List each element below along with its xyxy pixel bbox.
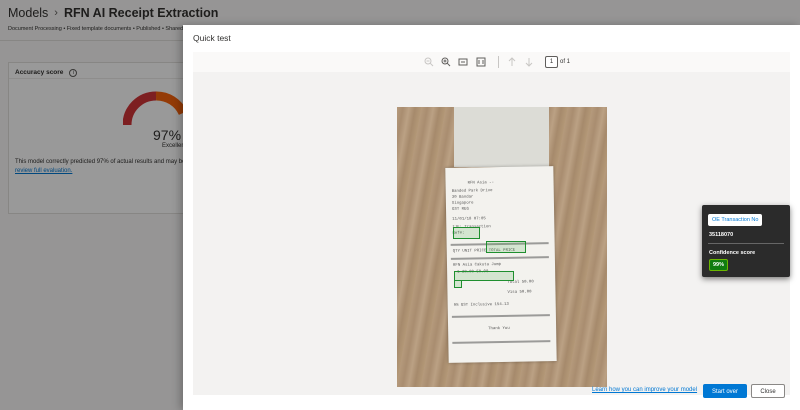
panel-title: Quick test bbox=[193, 33, 231, 43]
zoom-out-icon[interactable] bbox=[424, 57, 434, 67]
arrow-down-icon[interactable] bbox=[524, 57, 534, 67]
field-value: 35118070 bbox=[709, 232, 734, 238]
page-count: of 1 bbox=[560, 59, 571, 65]
receipt-top-strip bbox=[454, 107, 549, 167]
field-highlight-transaction[interactable] bbox=[486, 241, 526, 253]
close-button[interactable]: Close bbox=[751, 384, 785, 398]
field-tooltip: OE Transaction No 35118070 Confidence sc… bbox=[702, 205, 790, 277]
arrow-up-icon[interactable] bbox=[507, 57, 517, 67]
zoom-in-icon[interactable] bbox=[441, 57, 451, 67]
toolbar-separator bbox=[498, 56, 499, 68]
start-over-button[interactable]: Start over bbox=[703, 384, 747, 398]
quick-test-panel: Quick test 1 of 1 RFN Asia -- Banded Par… bbox=[183, 25, 800, 410]
confidence-label: Confidence score bbox=[709, 250, 756, 256]
field-highlight-qty[interactable] bbox=[454, 280, 462, 288]
fit-page-icon[interactable] bbox=[476, 57, 486, 67]
learn-improve-link[interactable]: Learn how you can improve your model bbox=[592, 387, 697, 393]
tooltip-divider bbox=[708, 243, 784, 244]
viewer-toolbar: 1 of 1 bbox=[193, 52, 790, 72]
document-viewer: 1 of 1 RFN Asia -- Banded Park Drive 30 … bbox=[193, 52, 790, 395]
fit-width-icon[interactable] bbox=[458, 57, 468, 67]
receipt-paper: RFN Asia -- Banded Park Drive 30 Bandar … bbox=[445, 166, 557, 363]
field-highlight-item[interactable] bbox=[454, 271, 514, 281]
field-name-label: OE Transaction No bbox=[708, 214, 763, 226]
page-number-input[interactable]: 1 bbox=[545, 56, 558, 68]
confidence-badge: 99% bbox=[709, 259, 729, 271]
receipt-image: RFN Asia -- Banded Park Drive 30 Bandar … bbox=[397, 107, 607, 387]
field-highlight-date[interactable] bbox=[453, 227, 480, 239]
